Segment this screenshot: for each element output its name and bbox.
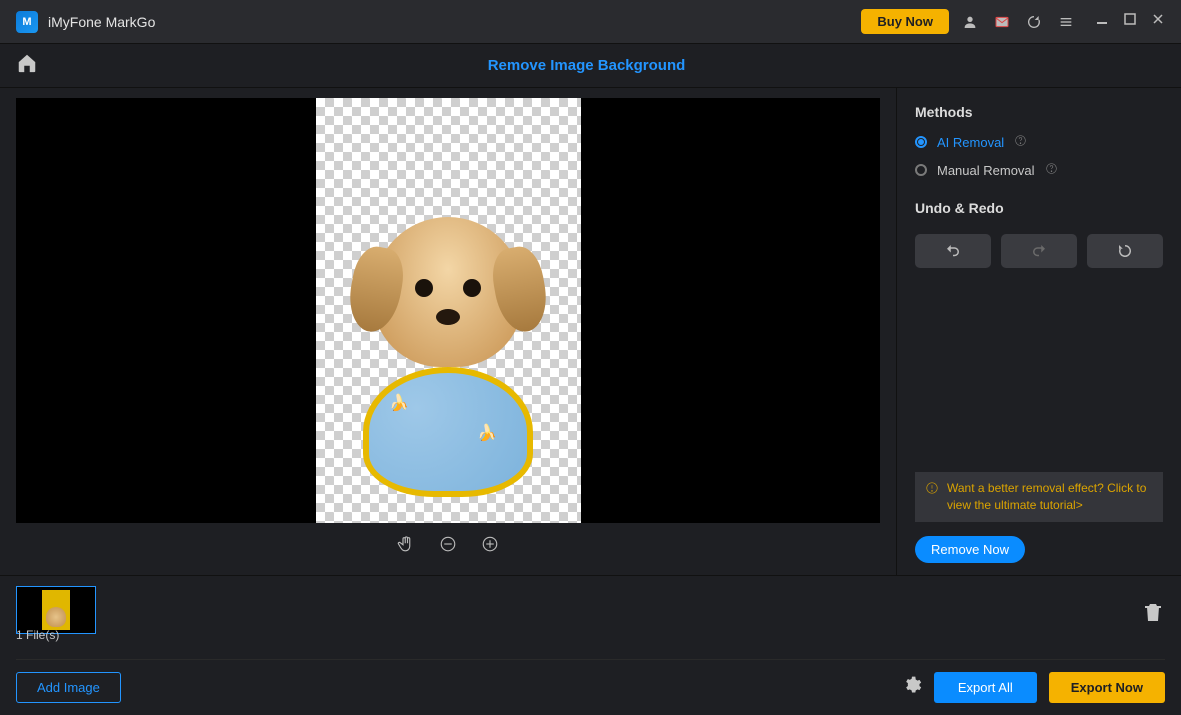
file-count: 1 File(s)	[16, 628, 59, 642]
menu-icon[interactable]	[1055, 11, 1077, 33]
transparency-canvas	[316, 98, 581, 523]
add-image-button[interactable]: Add Image	[16, 672, 121, 703]
maximize-button[interactable]	[1123, 12, 1137, 31]
image-viewport[interactable]	[16, 98, 880, 523]
undo-button[interactable]	[915, 234, 991, 268]
help-icon[interactable]	[1014, 134, 1027, 150]
main: Methods AI Removal Manual Removal Undo &…	[0, 88, 1181, 575]
pan-tool-icon[interactable]	[397, 535, 415, 558]
refresh-icon[interactable]	[1023, 11, 1045, 33]
canvas-tools	[16, 523, 880, 569]
radio-manual-removal[interactable]: Manual Removal	[915, 162, 1163, 178]
radio-label: AI Removal	[937, 135, 1004, 150]
redo-button[interactable]	[1001, 234, 1077, 268]
user-icon[interactable]	[959, 11, 981, 33]
settings-icon[interactable]	[902, 675, 922, 700]
undo-redo-buttons	[915, 234, 1163, 268]
remove-now-button[interactable]: Remove Now	[915, 536, 1025, 563]
export-all-button[interactable]: Export All	[934, 672, 1037, 703]
toolbar: Remove Image Background	[0, 44, 1181, 88]
zoom-out-icon[interactable]	[439, 535, 457, 558]
image-thumbnail[interactable]	[16, 586, 96, 634]
reset-button[interactable]	[1087, 234, 1163, 268]
tip-text: Want a better removal effect? Click to v…	[947, 480, 1153, 514]
methods-heading: Methods	[915, 104, 1163, 120]
tutorial-tip[interactable]: Want a better removal effect? Click to v…	[915, 472, 1163, 522]
app-logo: M	[16, 11, 38, 33]
canvas-pane	[0, 88, 896, 575]
help-icon[interactable]	[1045, 162, 1058, 178]
buy-now-button[interactable]: Buy Now	[861, 9, 949, 34]
subject-cutout	[348, 217, 548, 497]
export-now-button[interactable]: Export Now	[1049, 672, 1165, 703]
page-title: Remove Image Background	[8, 57, 1165, 74]
mail-icon[interactable]	[991, 11, 1013, 33]
app-title: iMyFone MarkGo	[48, 14, 155, 30]
close-button[interactable]	[1151, 12, 1165, 31]
zoom-in-icon[interactable]	[481, 535, 499, 558]
radio-label: Manual Removal	[937, 163, 1035, 178]
window-controls	[1095, 12, 1165, 31]
undo-redo-heading: Undo & Redo	[915, 200, 1163, 216]
side-panel: Methods AI Removal Manual Removal Undo &…	[896, 88, 1181, 575]
delete-button[interactable]	[1141, 600, 1165, 629]
radio-ai-removal[interactable]: AI Removal	[915, 134, 1163, 150]
minimize-button[interactable]	[1095, 12, 1109, 31]
titlebar: M iMyFone MarkGo Buy Now	[0, 0, 1181, 44]
bottom-panel: 1 File(s) Add Image Export All Export No…	[0, 575, 1181, 715]
